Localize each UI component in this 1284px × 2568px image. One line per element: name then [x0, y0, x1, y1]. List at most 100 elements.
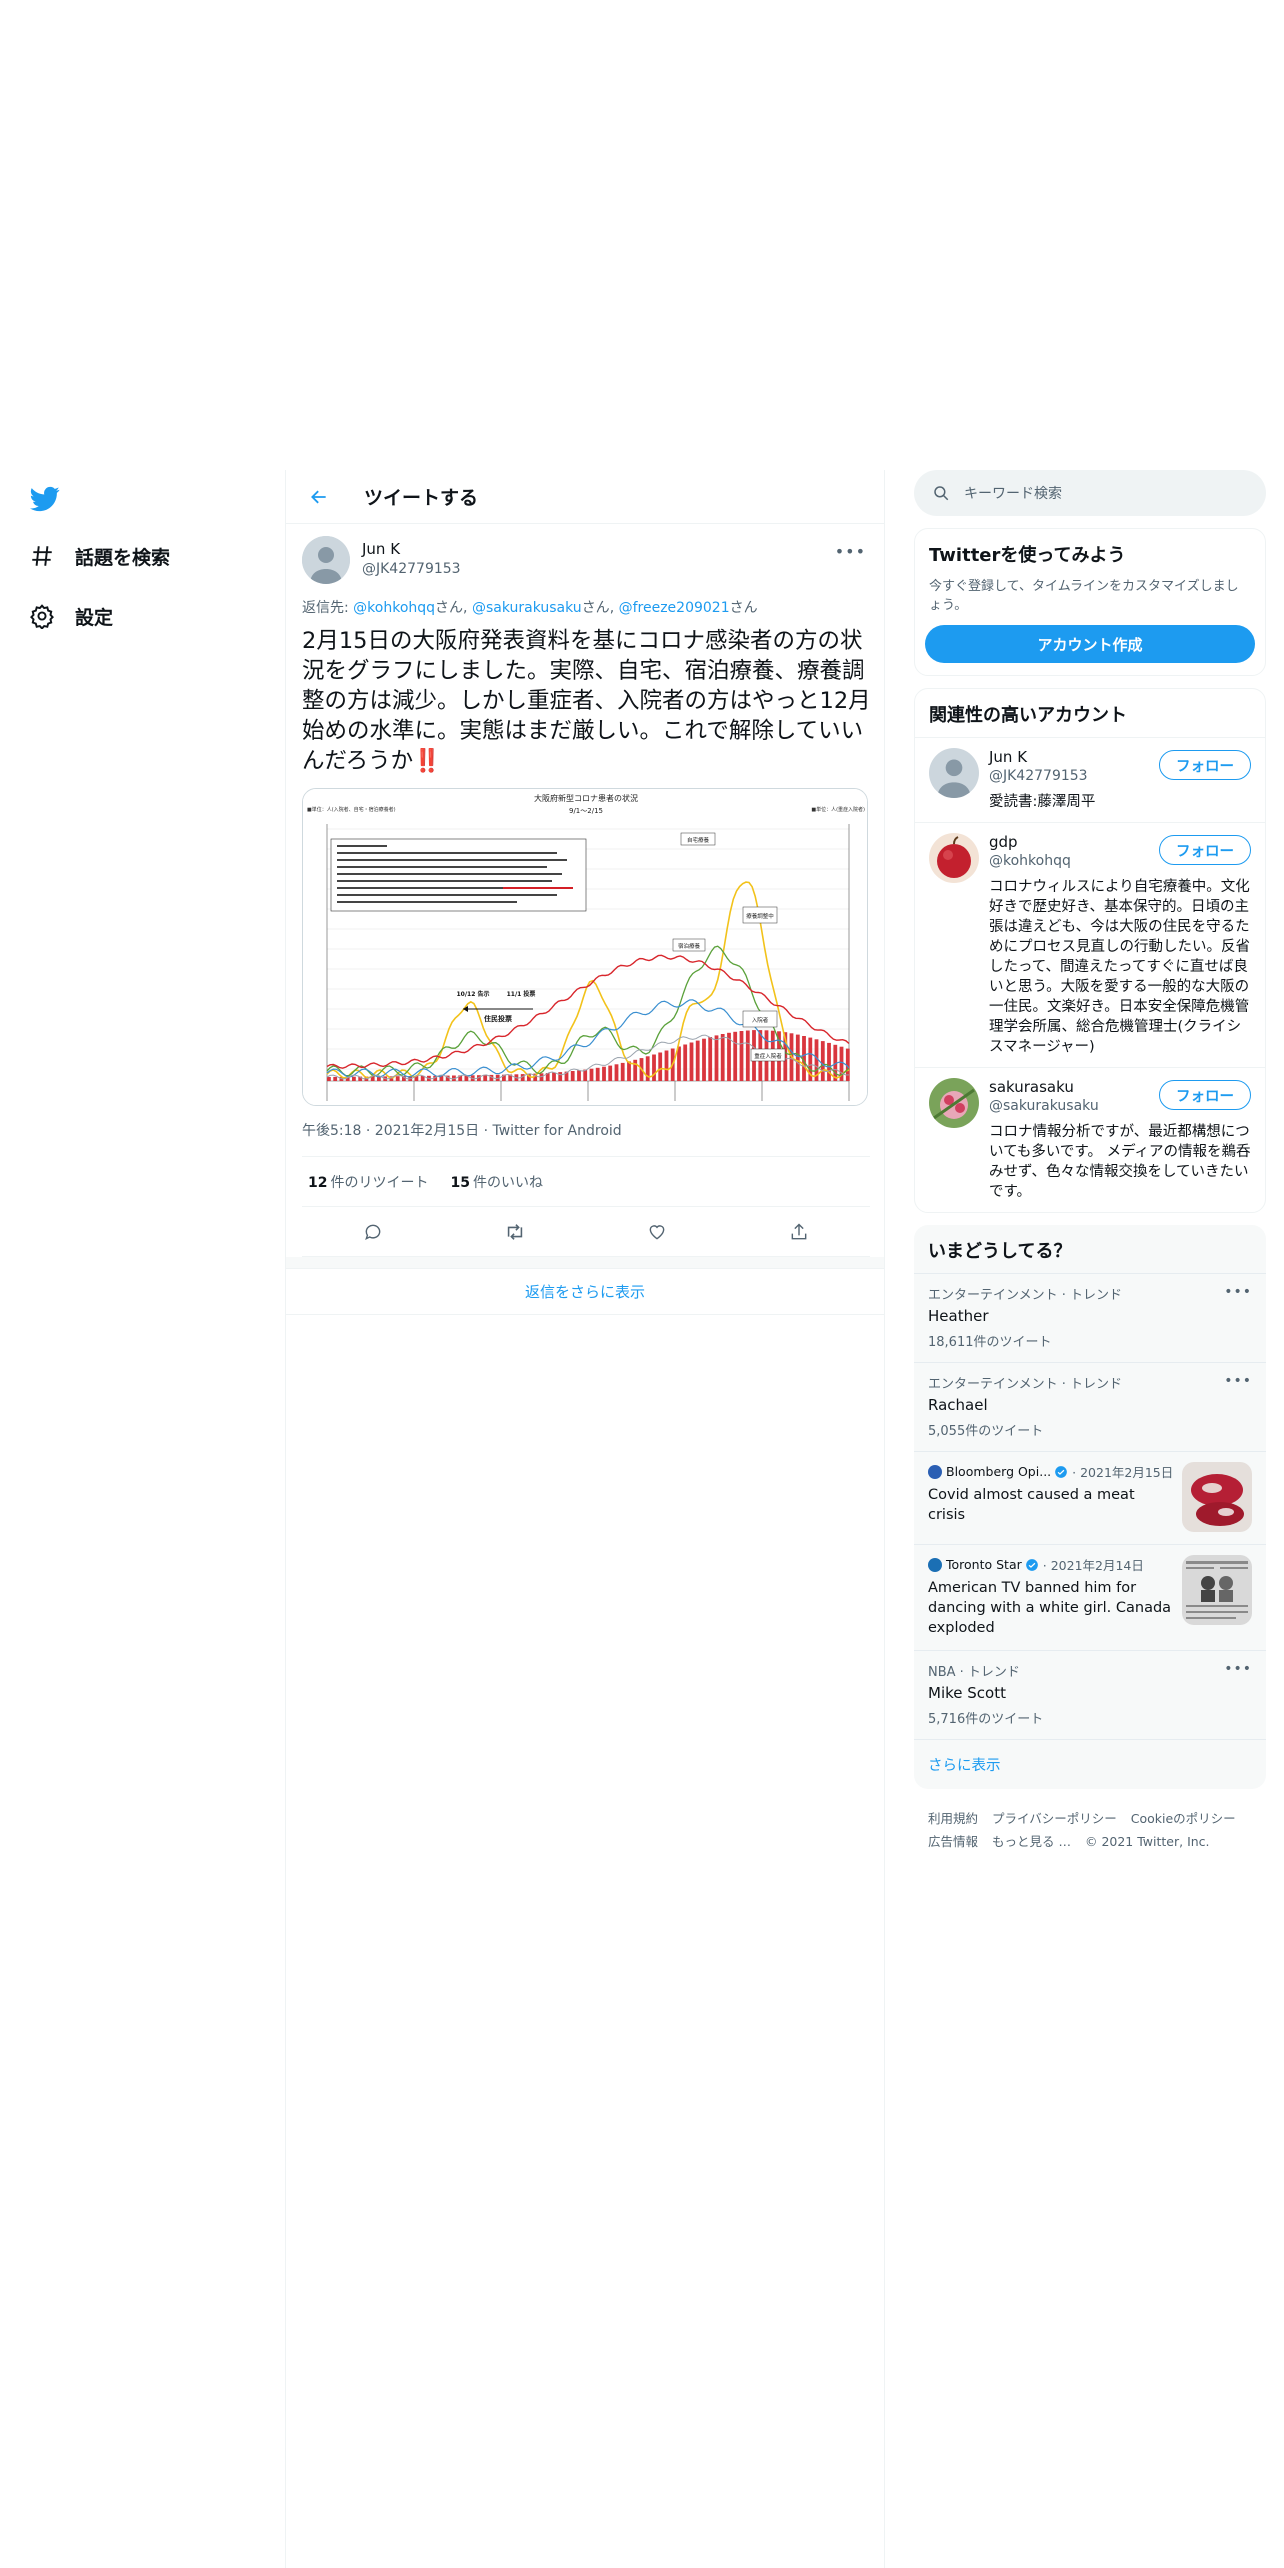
chart-bar-decoration	[395, 1076, 400, 1081]
nav-settings[interactable]: 設定	[28, 596, 113, 636]
more-options-icon[interactable]: •••	[835, 542, 866, 561]
chart-bar-decoration	[620, 1062, 625, 1081]
reply-button[interactable]	[358, 1217, 388, 1247]
double-exclamation-emoji: ‼️	[413, 748, 442, 774]
mention-link[interactable]: @freeze209021	[619, 600, 730, 616]
covid-chart-image: 大阪府新型コロナ患者の状況 9/1～2/15 ■単位：人(入院者、自宅・宿泊療養…	[303, 789, 867, 1105]
news-source-name: Bloomberg Opi...	[946, 1464, 1052, 1479]
related-accounts-card: 関連性の高いアカウント Jun K @JK42779153 愛読書:藤澤周平 フ…	[914, 688, 1266, 1213]
author-name[interactable]: Jun K	[362, 540, 461, 558]
more-options-icon[interactable]: •••	[1224, 1373, 1252, 1389]
news-item[interactable]: Toronto Star · 2021年2月14日 American TV ba…	[914, 1544, 1266, 1650]
footer-link[interactable]: 広告情報	[928, 1834, 978, 1849]
footer-link[interactable]: プライバシーポリシー	[992, 1811, 1117, 1826]
chart-bar-decoration	[827, 1042, 831, 1081]
show-more-replies-button[interactable]: 返信をさらに表示	[286, 1269, 884, 1315]
account-bio: コロナ情報分析ですが、最近都構想についても多いです。 メディアの情報を鵜呑みせず…	[989, 1124, 1251, 1200]
chart-bar-decoration	[714, 1035, 719, 1081]
account-item[interactable]: sakurasaku @sakurakusaku コロナ情報分析ですが、最近都構…	[915, 1067, 1265, 1212]
chart-bar-decoration	[795, 1034, 800, 1081]
follow-button[interactable]: フォロー	[1159, 1080, 1251, 1110]
like-count[interactable]: 15 件のいいね	[450, 1172, 542, 1192]
chart-bar-decoration	[677, 1046, 681, 1081]
chart-bar-decoration	[658, 1052, 663, 1081]
news-date: · 2021年2月14日	[1042, 1558, 1144, 1573]
news-item[interactable]: Bloomberg Opi... · 2021年2月15日 Covid almo…	[914, 1451, 1266, 1544]
share-button[interactable]	[784, 1217, 814, 1247]
page-title: ツイートする	[364, 487, 479, 509]
show-more-trends-link[interactable]: さらに表示	[914, 1739, 1266, 1789]
tweet-actions	[302, 1207, 870, 1257]
chart-bar-decoration	[352, 1076, 356, 1081]
like-number: 15	[450, 1174, 470, 1191]
bloomberg-logo-icon	[928, 1464, 942, 1479]
avatar[interactable]	[302, 536, 350, 584]
search-icon	[934, 486, 949, 501]
gear-icon	[28, 602, 56, 630]
retweet-icon	[507, 1223, 523, 1240]
trend-item[interactable]: NBA · トレンド Mike Scott 5,716件のツイート •••	[914, 1650, 1266, 1739]
toronto-star-logo-icon	[928, 1557, 942, 1572]
chart-bar-decoration	[652, 1054, 656, 1081]
footer-link[interactable]: 利用規約	[928, 1811, 978, 1826]
avatar[interactable]	[929, 1078, 979, 1128]
hashtag-icon	[28, 542, 56, 570]
retweet-button[interactable]	[500, 1217, 530, 1247]
news-headline: American TV banned him for dancing with …	[928, 1580, 1172, 1636]
more-options-icon[interactable]: •••	[1224, 1661, 1252, 1677]
trends-card: いまどうしてる？ エンターテインメント · トレンド Heather 18,61…	[914, 1225, 1266, 1789]
chart-label: 宿泊療養	[678, 942, 701, 950]
right-sidebar: キーワード検索 Twitterを使ってみよう 今すぐ登録して、タイムラインをカス…	[914, 470, 1266, 1853]
follow-button[interactable]: フォロー	[1159, 835, 1251, 865]
search-input[interactable]: キーワード検索	[914, 470, 1266, 516]
retweet-number: 12	[308, 1174, 328, 1191]
chart-bar-decoration	[820, 1041, 825, 1081]
chart-label: 重症入院者	[754, 1052, 782, 1060]
chart-bar-decoration	[664, 1050, 669, 1081]
account-bio: 愛読書:藤澤周平	[989, 794, 1096, 810]
chart-bar-decoration	[614, 1064, 619, 1081]
chart-bar-decoration	[683, 1044, 688, 1081]
news-thumbnail	[1182, 1462, 1252, 1532]
nav-explore-label: 話題を検索	[75, 546, 171, 569]
footer-link[interactable]: もっと見る …	[992, 1834, 1071, 1849]
mention-link[interactable]: @sakurakusaku	[472, 600, 582, 616]
footer-link[interactable]: Cookieのポリシー	[1131, 1811, 1236, 1826]
trend-name: Rachael	[928, 1396, 988, 1414]
nav-settings-label: 設定	[75, 606, 114, 629]
verified-badge-icon	[1055, 1465, 1067, 1478]
chart-bar-decoration	[602, 1066, 606, 1081]
reply-prefix: 返信先:	[302, 600, 354, 616]
create-account-button[interactable]: アカウント作成	[925, 625, 1255, 663]
account-item[interactable]: Jun K @JK42779153 愛読書:藤澤周平 フォロー	[915, 737, 1265, 822]
tweet-image[interactable]: 大阪府新型コロナ患者の状況 9/1～2/15 ■単位：人(入院者、自宅・宿泊療養…	[302, 788, 868, 1106]
avatar[interactable]	[929, 748, 979, 798]
mention-link[interactable]: @kohkohqq	[353, 600, 435, 616]
chart-bar-decoration	[695, 1040, 700, 1081]
section-divider	[286, 1257, 884, 1269]
tweet-text: 2月15日の大阪府発表資料を基にコロナ感染者の方の状況をグラフにしました。実際、…	[302, 626, 874, 776]
tweet-timestamp[interactable]: 午後5:18 · 2021年2月15日 · Twitter for Androi…	[302, 1120, 870, 1157]
chart-label: 自宅療養	[687, 836, 710, 844]
reply-icon	[365, 1224, 381, 1240]
twitter-logo-icon[interactable]	[28, 484, 62, 514]
chart-title: 大阪府新型コロナ患者の状況	[534, 793, 638, 803]
like-button[interactable]	[642, 1217, 672, 1247]
follow-button[interactable]: フォロー	[1159, 750, 1251, 780]
trend-item[interactable]: エンターテインメント · トレンド Rachael 5,055件のツイート ••…	[914, 1362, 1266, 1451]
avatar[interactable]	[929, 833, 979, 883]
trend-category: エンターテインメント · トレンド	[928, 1377, 1123, 1392]
related-accounts-title: 関連性の高いアカウント	[929, 705, 1127, 726]
trend-item[interactable]: エンターテインメント · トレンド Heather 18,611件のツイート •…	[914, 1273, 1266, 1362]
retweet-count[interactable]: 12 件のリツイート	[308, 1172, 428, 1192]
main-header: ツイートする	[286, 470, 884, 524]
chart-annotation: 10/12 告示	[457, 990, 490, 998]
back-button[interactable]	[304, 482, 334, 512]
account-item[interactable]: gdp @kohkohqq コロナウィルスにより自宅療養中。文化好きで歴史好き、…	[915, 822, 1265, 1067]
news-source-name: Toronto Star	[946, 1557, 1022, 1572]
news-source: Bloomberg Opi... · 2021年2月15日	[928, 1462, 1174, 1481]
more-options-icon[interactable]: •••	[1224, 1284, 1252, 1300]
chart-bar-decoration	[595, 1067, 600, 1081]
nav-explore[interactable]: 話題を検索	[28, 536, 170, 576]
author-handle[interactable]: @JK42779153	[362, 561, 461, 577]
